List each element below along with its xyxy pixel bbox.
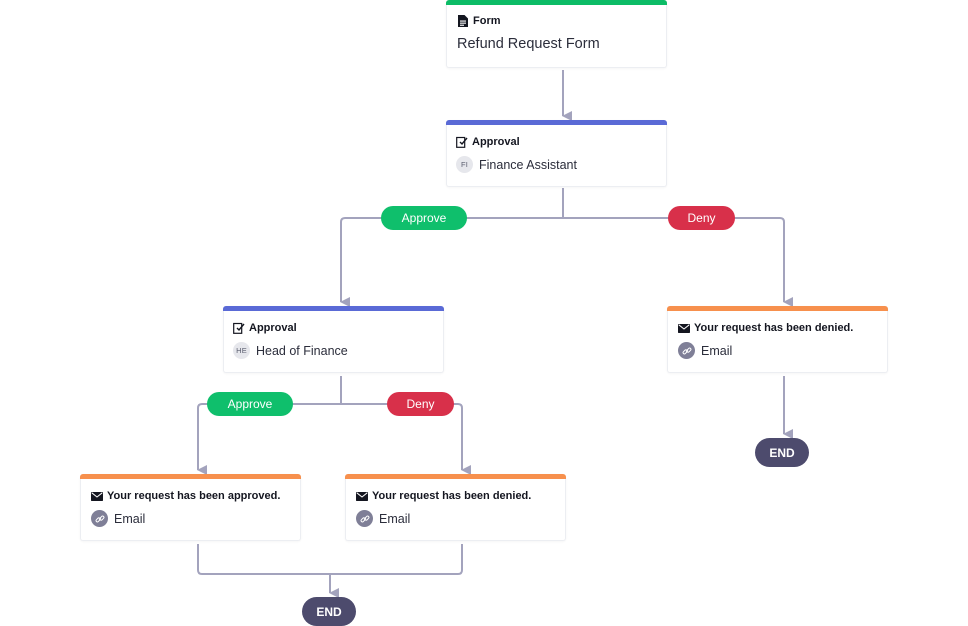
email-accent-bar [667, 306, 888, 311]
envelope-icon [91, 490, 103, 502]
envelope-icon [356, 490, 368, 502]
link-icon [91, 510, 108, 527]
branch-deny-level1[interactable]: Deny [668, 206, 735, 230]
email-node-denied-right[interactable]: Your request has been denied. Email [667, 306, 888, 373]
email-node-denied-lower[interactable]: Your request has been denied. Email [345, 474, 566, 541]
approval-icon [456, 136, 468, 148]
envelope-icon [678, 322, 690, 334]
link-icon [356, 510, 373, 527]
email-accent-bar [80, 474, 301, 479]
approval-node-type: Approval [472, 136, 520, 148]
approval-accent-bar [446, 120, 667, 125]
branch-deny-level2[interactable]: Deny [387, 392, 454, 416]
approval-node-finance-assistant[interactable]: Approval FI Finance Assistant [446, 120, 667, 187]
email-channel: Email [114, 511, 146, 526]
form-document-icon [457, 15, 469, 27]
email-node-title: Your request has been approved. [107, 490, 281, 502]
assignee-name: Head of Finance [256, 343, 348, 358]
assignee-name: Finance Assistant [479, 157, 577, 172]
email-channel: Email [379, 511, 411, 526]
form-node-type: Form [473, 15, 501, 27]
end-node: END [755, 438, 809, 467]
email-channel: Email [701, 343, 733, 358]
form-node[interactable]: Form Refund Request Form [446, 0, 667, 68]
connector-approval1-deny [563, 217, 793, 307]
email-node-approved[interactable]: Your request has been approved. Email [80, 474, 301, 541]
assignee-avatar: HE [233, 342, 250, 359]
email-node-title: Your request has been denied. [372, 490, 532, 502]
connector-approval1-approve [340, 217, 563, 307]
approval-icon [233, 322, 245, 334]
form-node-title: Refund Request Form [457, 36, 600, 52]
branch-approve-level2[interactable]: Approve [207, 392, 293, 416]
email-accent-bar [345, 474, 566, 479]
link-icon [678, 342, 695, 359]
form-accent-bar [446, 0, 667, 5]
branch-approve-level1[interactable]: Approve [381, 206, 467, 230]
approval-node-head-of-finance[interactable]: Approval HE Head of Finance [223, 306, 444, 373]
email-node-title: Your request has been denied. [694, 322, 854, 334]
approval-node-type: Approval [249, 322, 297, 334]
assignee-avatar: FI [456, 156, 473, 173]
end-node: END [302, 597, 356, 626]
approval-accent-bar [223, 306, 444, 311]
connector-email-approved-to-merge [197, 544, 330, 575]
connector-email-denied2-to-merge [330, 544, 463, 575]
